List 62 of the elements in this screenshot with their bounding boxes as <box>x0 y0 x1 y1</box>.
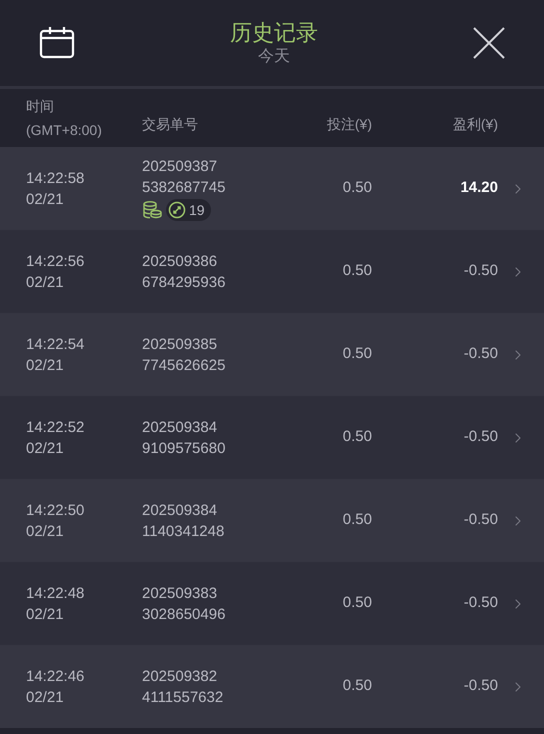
trade-date: 02/21 <box>26 190 65 210</box>
trade-date: 02/21 <box>26 688 65 708</box>
profit-amount: -0.50 <box>464 594 498 612</box>
trade-date: 02/21 <box>26 522 65 542</box>
history-row[interactable]: 14:22:50 02/21 202509384 1140341248 0.50 -0.50 <box>0 479 544 562</box>
trade-date: 02/21 <box>26 438 65 458</box>
stake-amount: 0.50 <box>342 345 372 362</box>
column-header: 投注(¥) <box>326 116 372 132</box>
history-row[interactable]: 14:22:58 02/21 202509387 5382687745 19 0.50 14.20 <box>0 147 544 230</box>
history-row[interactable]: 14:22:46 02/21 202509382 4111557632 0.50 -0.50 <box>0 645 544 728</box>
history-row[interactable]: 14:22:52 02/21 202509384 9109575680 0.50 -0.50 <box>0 396 544 479</box>
page-title: 历史记录 <box>230 19 318 47</box>
stake-amount: 0.50 <box>342 677 372 694</box>
profit-amount: -0.50 <box>464 677 498 694</box>
trade-date: 02/21 <box>26 356 65 376</box>
profit-amount: 14.20 <box>460 179 498 196</box>
column-header: 盈利(¥) <box>452 116 498 132</box>
history-row[interactable]: 14:22:48 02/21 202509383 3028650496 0.50 -0.50 <box>0 562 544 645</box>
history-row[interactable]: 14:22:56 02/21 202509386 6784295936 0.50 -0.50 <box>0 230 544 313</box>
calendar-icon <box>39 27 75 59</box>
stake-amount: 0.50 <box>342 594 372 612</box>
trade-time: 14:22:58 <box>26 168 86 188</box>
trade-time: 14:22:56 <box>26 252 86 272</box>
order-number: 9109575680 <box>142 438 226 458</box>
spin-icon <box>168 201 186 219</box>
coins-icon <box>142 201 162 219</box>
close-button[interactable] <box>472 26 506 60</box>
order-number: 3028650496 <box>142 604 226 624</box>
order-number: 202509386 <box>142 252 218 272</box>
stake-amount: 0.50 <box>342 511 372 528</box>
trade-time: 14:22:52 <box>26 418 86 438</box>
order-number: 5382687745 <box>142 178 226 198</box>
stake-amount: 0.50 <box>342 262 372 280</box>
order-number: 4111557632 <box>142 688 224 708</box>
column-header: (GMT+8:00) <box>26 121 103 140</box>
history-row[interactable]: 14:22:54 02/21 202509385 7745626625 0.50 -0.50 <box>0 313 544 396</box>
order-number: 202509384 <box>142 418 218 438</box>
order-number: 7745626625 <box>142 356 226 376</box>
free-spins-badge: 19 <box>166 199 211 221</box>
column-header: 交易单号 <box>142 116 198 132</box>
trade-time: 14:22:48 <box>26 584 86 604</box>
close-icon <box>473 27 505 59</box>
trade-time: 14:22:54 <box>26 334 86 354</box>
stake-amount: 0.50 <box>342 428 372 446</box>
order-number: 6784295936 <box>142 272 226 292</box>
profit-amount: -0.50 <box>464 262 498 280</box>
profit-amount: -0.50 <box>464 511 498 528</box>
profit-amount: -0.50 <box>464 345 498 362</box>
order-number: 1140341248 <box>142 522 226 542</box>
order-number: 202509387 <box>142 157 218 177</box>
order-number: 202509384 <box>142 500 218 520</box>
order-number: 202509385 <box>142 334 218 354</box>
trade-date: 02/21 <box>26 272 65 292</box>
profit-amount: -0.50 <box>464 428 498 446</box>
column-header: 时间 <box>26 97 55 116</box>
order-number: 202509383 <box>142 584 218 604</box>
trade-date: 02/21 <box>26 604 65 624</box>
stake-amount: 0.50 <box>342 179 372 196</box>
order-number: 202509382 <box>142 666 218 686</box>
trade-time: 14:22:50 <box>26 500 86 520</box>
trade-time: 14:22:46 <box>26 666 86 686</box>
date-filter: 今天 <box>258 47 290 67</box>
